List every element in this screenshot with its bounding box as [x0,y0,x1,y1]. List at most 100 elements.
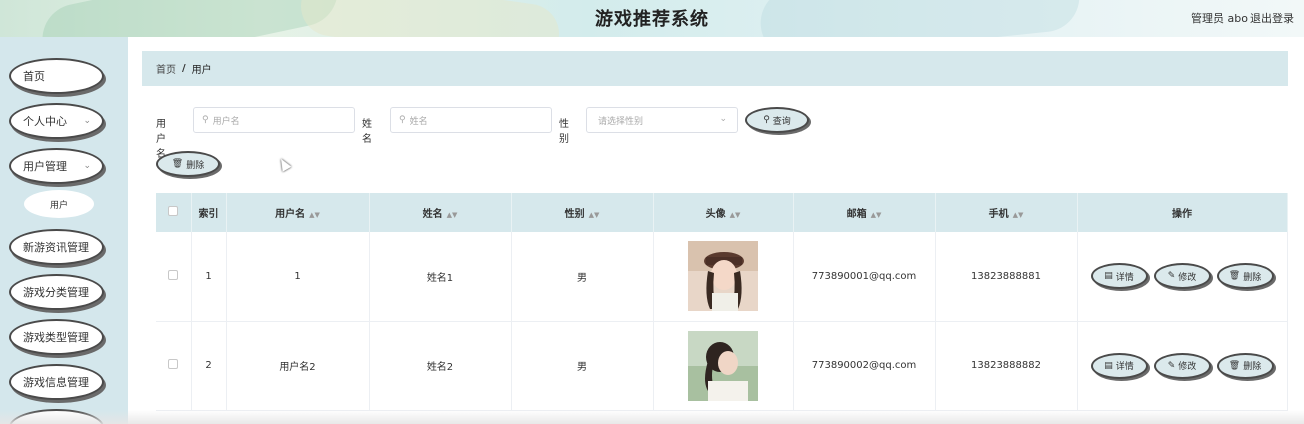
sort-icon: ▲▼ [446,211,458,219]
username-label: 用户名 [156,119,166,160]
cell-username: 用户名2 [226,321,370,411]
sidebar-item-user-management[interactable]: 用户管理 ⌄ [9,148,104,184]
edit-button[interactable]: ✎ 修改 [1153,352,1211,379]
sidebar-item-label: 游戏类型管理 [23,331,89,344]
column-header-label: 性别 [564,209,585,220]
edit-button-label: 修改 [1178,272,1197,283]
username-placeholder: 用户名 [212,116,240,127]
column-header-name[interactable]: 姓名 ▲▼ [369,193,512,232]
table-row: 2 用户名2 姓名2 男 773890002@qq.com 1382388888… [156,321,1288,411]
edit-button[interactable]: ✎ 修改 [1153,263,1211,290]
gender-select[interactable]: 请选择性别 ⌄ [586,107,738,133]
table-row: 1 1 姓名1 男 773890001@qq.com 13823888881 ▤… [156,232,1288,322]
select-all-checkbox-cell [156,193,192,232]
admin-user-label: 管理员 abo [1191,12,1248,25]
document-icon: ▤ [1104,360,1113,371]
row-checkbox-cell [156,232,192,322]
name-placeholder: 姓名 [409,116,428,127]
search-icon: ⚲ [399,115,406,125]
edit-icon: ✎ [1167,360,1176,371]
sidebar-item-home[interactable]: 首页 [9,58,104,94]
cell-email: 773890002@qq.com [793,321,936,411]
app-title: 游戏推荐系统 [595,9,709,30]
column-header-label: 头像 [705,209,726,220]
bottom-edge-fade [0,410,1304,424]
cell-gender: 男 [511,232,654,322]
sidebar-subitem-users[interactable]: 用户 [24,190,94,218]
select-all-checkbox[interactable] [168,206,179,216]
row-checkbox[interactable] [168,269,179,280]
cell-actions: ▤ 详情 ✎ 修改 🗑 删除 [1077,321,1288,411]
breadcrumb-current: 用户 [191,65,212,76]
sidebar-item-label: 用户管理 [23,160,67,173]
username-search-input[interactable]: ⚲ 用户名 [193,107,355,133]
breadcrumb-home[interactable]: 首页 [156,61,176,76]
sort-icon: ▲▼ [870,211,882,219]
sidebar-item-game-type[interactable]: 游戏类型管理 [9,319,104,355]
avatar [688,330,758,401]
cell-username: 1 [226,232,370,322]
column-header-label: 姓名 [422,209,443,220]
delete-button-label: 删除 [186,160,205,171]
name-label: 姓名 [362,119,372,145]
sidebar-item-game-info[interactable]: 游戏信息管理 [9,364,104,400]
row-checkbox[interactable] [168,359,179,369]
trash-icon: 🗑 [171,159,184,169]
sidebar-item-personal-center[interactable]: 个人中心 ⌄ [9,103,104,139]
search-icon: ⚲ [202,115,209,125]
sidebar-item-game-category[interactable]: 游戏分类管理 [9,274,104,310]
column-header-username[interactable]: 用户名 ▲▼ [226,193,370,232]
logout-link[interactable]: 退出登录 [1250,10,1294,26]
trash-icon: 🗑 [1228,360,1241,371]
cell-name: 姓名1 [369,232,512,322]
sort-icon: ▲▼ [1012,211,1024,219]
trash-icon: 🗑 [1228,271,1241,282]
sidebar-item-label: 新游资讯管理 [23,241,89,254]
chevron-down-icon: ⌄ [83,161,91,171]
cell-index: 1 [191,232,227,322]
bulk-delete-button[interactable]: 🗑 删除 [156,151,220,177]
document-icon: ▤ [1104,271,1113,282]
top-header: 游戏推荐系统 管理员 abo 退出登录 [0,0,1304,37]
sidebar: 首页 个人中心 ⌄ 用户管理 ⌄ 用户 新游资讯管理 游戏分类管理 游戏类型管理… [0,37,128,424]
delete-button[interactable]: 🗑 删除 [1216,263,1274,290]
column-header-phone[interactable]: 手机 ▲▼ [935,193,1078,232]
column-header-label: 操作 [1172,209,1192,220]
user-table: 索引 用户名 ▲▼ 姓名 ▲▼ 性别 ▲▼ 头像 ▲▼ 邮箱 ▲▼ 手机 ▲▼ 操作 1 1… [156,193,1288,411]
column-header-gender[interactable]: 性别 ▲▼ [511,193,654,232]
cell-actions: ▤ 详情 ✎ 修改 🗑 删除 [1077,232,1288,322]
detail-button-label: 详情 [1115,362,1134,372]
row-checkbox-cell [156,321,192,411]
column-header-label: 手机 [988,209,1009,220]
cell-email: 773890001@qq.com [793,232,936,322]
cell-avatar [653,321,794,411]
cell-name: 姓名2 [369,321,512,411]
sidebar-item-label: 游戏信息管理 [23,376,89,389]
delete-button-label: 删除 [1243,362,1262,372]
query-button[interactable]: ⚲ 查询 [745,107,809,133]
column-header-label: 索引 [198,209,219,220]
delete-button[interactable]: 🗑 删除 [1216,352,1274,379]
main-content: 首页 / 用户 用户名 ⚲ 用户名 姓名 ⚲ 姓名 性别 请选择性别 ⌄ ⚲ 查… [128,37,1304,424]
cell-avatar [653,232,794,322]
breadcrumb: 首页 / 用户 [142,51,1288,86]
detail-button[interactable]: ▤ 详情 [1090,263,1148,290]
sidebar-item-new-game-news[interactable]: 新游资讯管理 [9,229,104,265]
edit-button-label: 修改 [1178,362,1197,372]
sort-icon: ▲▼ [588,211,600,219]
delete-button-label: 删除 [1243,272,1262,283]
edit-icon: ✎ [1167,271,1176,282]
column-header-email[interactable]: 邮箱 ▲▼ [793,193,936,232]
gender-label: 性别 [559,119,569,145]
cell-phone: 13823888881 [935,232,1078,322]
name-search-input[interactable]: ⚲ 姓名 [390,107,552,133]
cell-index: 2 [191,321,227,411]
breadcrumb-separator: / [182,63,186,74]
column-header-index: 索引 [191,193,227,232]
column-header-avatar[interactable]: 头像 ▲▼ [653,193,794,232]
detail-button[interactable]: ▤ 详情 [1090,352,1148,379]
chevron-down-icon: ⌄ [719,114,727,124]
cell-phone: 13823888882 [935,321,1078,411]
sidebar-item-label: 游戏分类管理 [23,286,89,299]
sort-icon: ▲▼ [309,211,320,219]
